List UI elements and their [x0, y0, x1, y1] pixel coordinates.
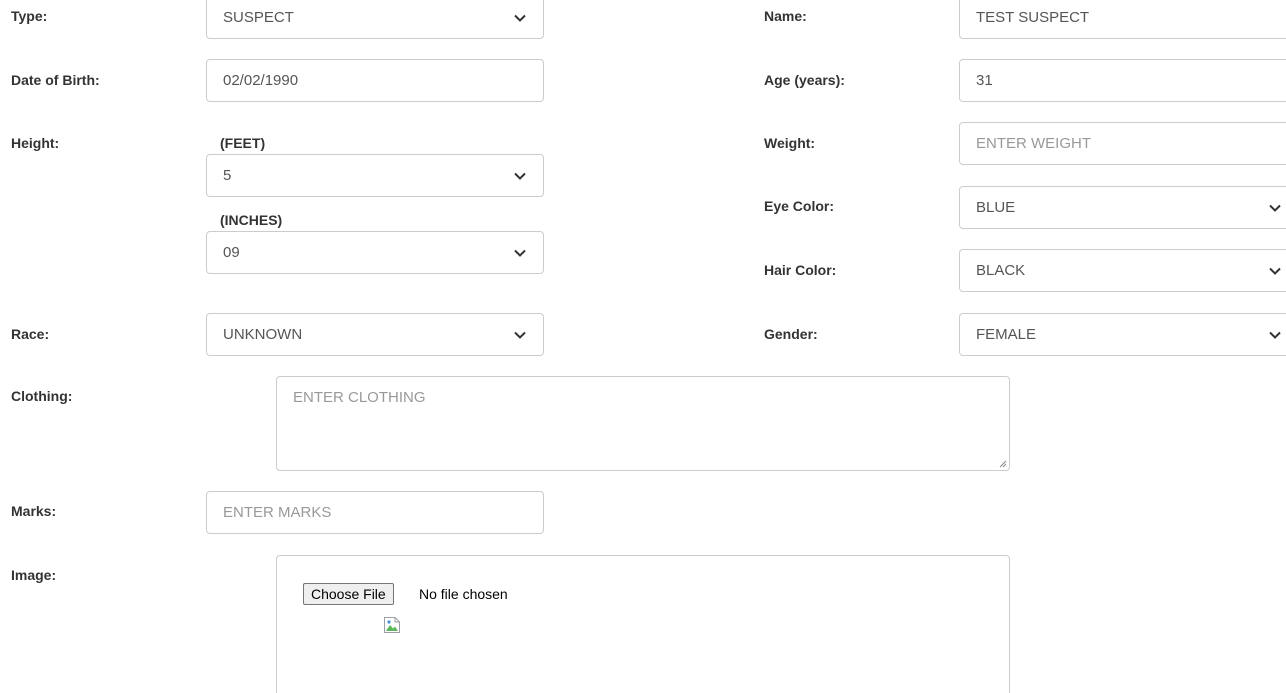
- height-inches-value: 09: [223, 244, 240, 261]
- gender-select-value: FEMALE: [976, 326, 1037, 343]
- choose-file-button[interactable]: Choose File: [303, 583, 394, 605]
- height-feet-label: (FEET): [220, 135, 266, 151]
- hair-color-value: BLACK: [976, 262, 1026, 279]
- race-label: Race:: [11, 326, 50, 342]
- chevron-down-icon: [1268, 201, 1282, 215]
- chevron-down-icon: [513, 169, 527, 183]
- image-label: Image:: [11, 567, 57, 583]
- weight-placeholder: ENTER WEIGHT: [976, 135, 1091, 152]
- chevron-down-icon: [513, 328, 527, 342]
- gender-label: Gender:: [764, 326, 818, 342]
- resize-grip-icon[interactable]: [997, 458, 1007, 468]
- hair-color-select[interactable]: BLACK: [959, 249, 1286, 292]
- weight-input[interactable]: ENTER WEIGHT: [959, 122, 1286, 165]
- chevron-down-icon: [1268, 264, 1282, 278]
- clothing-textarea[interactable]: ENTER CLOTHING: [276, 376, 1010, 471]
- name-input[interactable]: TEST SUSPECT: [959, 0, 1286, 39]
- race-select[interactable]: UNKNOWN: [206, 313, 544, 356]
- age-input-value: 31: [976, 72, 993, 89]
- name-label: Name:: [764, 8, 807, 24]
- file-status-text: No file chosen: [419, 586, 508, 602]
- height-inches-label: (INCHES): [220, 212, 283, 228]
- dob-input[interactable]: 02/02/1990: [206, 59, 544, 102]
- eye-color-select[interactable]: BLUE: [959, 186, 1286, 229]
- chevron-down-icon: [1268, 328, 1282, 342]
- chevron-down-icon: [513, 11, 527, 25]
- height-feet-select[interactable]: 5: [206, 154, 544, 197]
- dob-input-value: 02/02/1990: [223, 72, 299, 89]
- type-select-value: SUSPECT: [223, 9, 294, 26]
- gender-select[interactable]: FEMALE: [959, 313, 1286, 356]
- clothing-label: Clothing:: [11, 388, 73, 404]
- type-label: Type:: [11, 8, 48, 24]
- marks-input[interactable]: ENTER MARKS: [206, 491, 544, 534]
- marks-label: Marks:: [11, 503, 57, 519]
- broken-image-icon: [384, 617, 400, 633]
- height-feet-value: 5: [223, 167, 232, 184]
- type-select[interactable]: SUSPECT: [206, 0, 544, 39]
- name-input-value: TEST SUSPECT: [976, 9, 1090, 26]
- height-inches-select[interactable]: 09: [206, 231, 544, 274]
- dob-label: Date of Birth:: [11, 72, 100, 88]
- age-label: Age (years):: [764, 72, 845, 88]
- height-label: Height:: [11, 135, 60, 151]
- race-select-value: UNKNOWN: [223, 326, 303, 343]
- eye-color-value: BLUE: [976, 199, 1016, 216]
- marks-placeholder: ENTER MARKS: [223, 504, 332, 521]
- hair-color-label: Hair Color:: [764, 262, 837, 278]
- weight-label: Weight:: [764, 135, 816, 151]
- chevron-down-icon: [513, 246, 527, 260]
- eye-color-label: Eye Color:: [764, 198, 835, 214]
- age-input[interactable]: 31: [959, 59, 1286, 102]
- clothing-placeholder: ENTER CLOTHING: [293, 389, 426, 406]
